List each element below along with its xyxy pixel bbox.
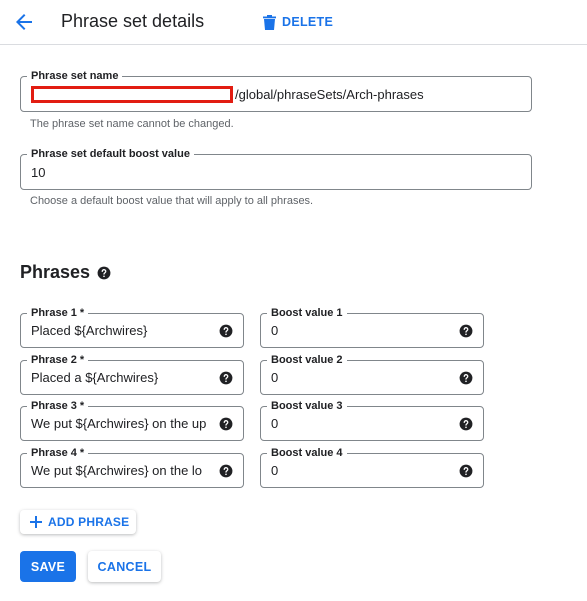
phrase-value: We put ${Archwires} on the lo xyxy=(31,463,203,478)
default-boost-field[interactable]: Phrase set default boost value 10 xyxy=(20,147,532,190)
help-circle-icon[interactable] xyxy=(459,464,473,478)
boost-label: Boost value 4 xyxy=(267,446,347,460)
phrases-heading: Phrases xyxy=(20,262,111,283)
add-phrase-label: ADD PHRASE xyxy=(48,515,130,529)
help-circle-icon[interactable] xyxy=(219,371,233,385)
phrases-title: Phrases xyxy=(20,262,91,282)
phrase-field-3[interactable]: Phrase 3 * We put ${Archwires} on the up xyxy=(20,399,244,441)
help-circle-icon[interactable] xyxy=(219,464,233,478)
help-circle-icon[interactable] xyxy=(219,324,233,338)
phrase-set-name-help: The phrase set name cannot be changed. xyxy=(30,118,234,130)
phrase-set-name-value: /global/phraseSets/Arch-phrases xyxy=(31,77,424,111)
help-circle-icon[interactable] xyxy=(219,417,233,431)
help-circle-icon[interactable] xyxy=(97,266,111,280)
delete-label: DELETE xyxy=(282,15,334,29)
boost-value: 0 xyxy=(271,463,279,478)
boost-value: 0 xyxy=(271,370,279,385)
boost-field-2[interactable]: Boost value 2 0 xyxy=(260,353,484,395)
cancel-button[interactable]: CANCEL xyxy=(88,551,161,582)
boost-field-4[interactable]: Boost value 4 0 xyxy=(260,446,484,488)
phrase-field-1[interactable]: Phrase 1 * Placed ${Archwires} xyxy=(20,306,244,348)
help-circle-icon[interactable] xyxy=(459,417,473,431)
save-button[interactable]: SAVE xyxy=(20,551,76,582)
phrase-field-4[interactable]: Phrase 4 * We put ${Archwires} on the lo xyxy=(20,446,244,488)
help-circle-icon[interactable] xyxy=(459,371,473,385)
help-circle-icon[interactable] xyxy=(459,324,473,338)
boost-label: Boost value 2 xyxy=(267,353,347,367)
boost-label: Boost value 3 xyxy=(267,399,347,413)
boost-value: 0 xyxy=(271,323,279,338)
boost-label: Boost value 1 xyxy=(267,306,347,320)
redaction-box xyxy=(31,85,233,103)
phrase-set-name-field: Phrase set name /global/phraseSets/Arch-… xyxy=(20,69,532,112)
delete-button[interactable]: DELETE xyxy=(263,13,333,31)
add-phrase-button[interactable]: ADD PHRASE xyxy=(20,510,136,534)
default-boost-value: 10 xyxy=(31,164,46,180)
phrase-field-2[interactable]: Phrase 2 * Placed a ${Archwires} xyxy=(20,353,244,395)
phrase-value: Placed a ${Archwires} xyxy=(31,370,159,385)
arrow-back-icon[interactable] xyxy=(12,10,36,34)
default-boost-help: Choose a default boost value that will a… xyxy=(30,195,314,207)
boost-field-3[interactable]: Boost value 3 0 xyxy=(260,399,484,441)
trash-icon xyxy=(263,14,276,30)
boost-field-1[interactable]: Boost value 1 0 xyxy=(260,306,484,348)
app-header: Phrase set details DELETE xyxy=(0,0,587,45)
boost-value: 0 xyxy=(271,416,279,431)
default-boost-label: Phrase set default boost value xyxy=(27,147,194,161)
phrase-value: We put ${Archwires} on the up xyxy=(31,416,207,431)
phrase-value: Placed ${Archwires} xyxy=(31,323,148,338)
page-title: Phrase set details xyxy=(61,11,205,31)
phrase-set-name-suffix: /global/phraseSets/Arch-phrases xyxy=(235,86,424,102)
plus-icon xyxy=(30,516,42,528)
